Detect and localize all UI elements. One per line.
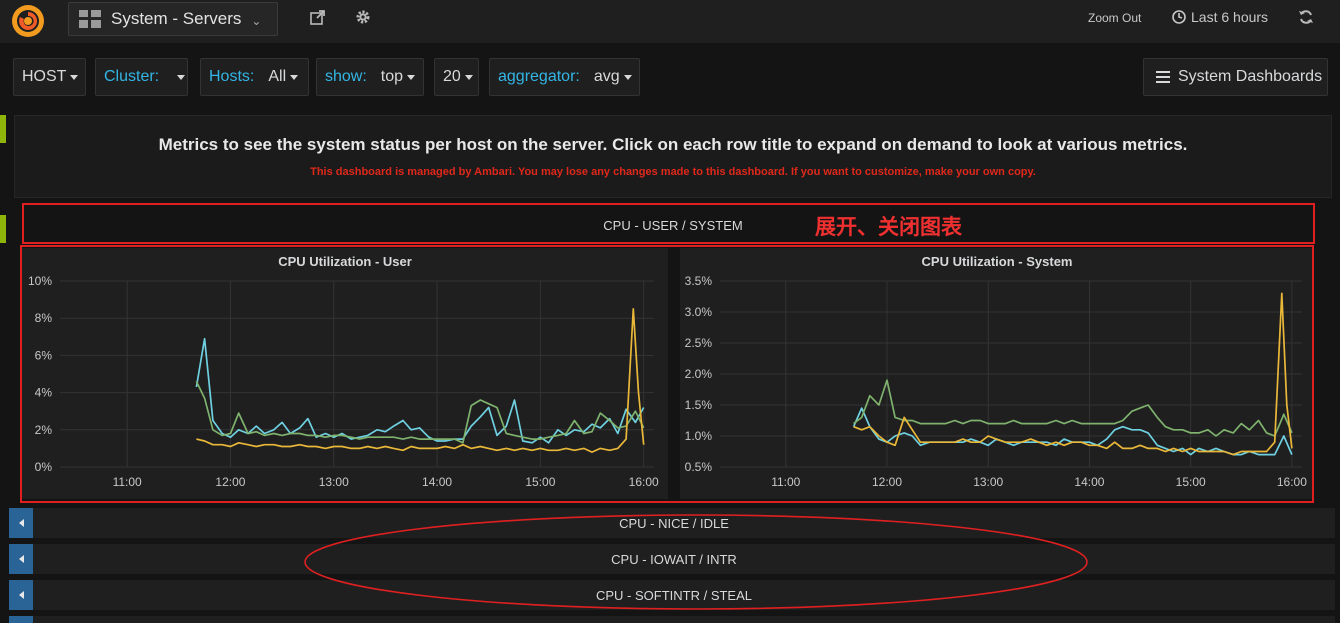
- expand-toggle-icon[interactable]: [9, 616, 33, 623]
- system-dashboards-button[interactable]: System Dashboards: [1143, 58, 1328, 96]
- description-text: Metrics to see the system status per hos…: [158, 135, 1188, 154]
- warning-text: This dashboard is managed by Ambari. You…: [310, 166, 1036, 178]
- caret-down-icon: [407, 74, 416, 80]
- collapsed-row-nice-idle[interactable]: CPU - NICE / IDLE: [9, 508, 1335, 538]
- zoom-out-button[interactable]: Zoom Out: [1088, 11, 1141, 25]
- hosts-variable[interactable]: Hosts: All: [200, 58, 309, 96]
- annotation-box-row-title: [22, 203, 1315, 244]
- cluster-variable[interactable]: Cluster:: [95, 58, 188, 96]
- share-icon[interactable]: [310, 9, 326, 25]
- top-navbar: System - Servers ⌄ Zoom Out Last 6 hours: [0, 0, 1340, 43]
- annotation-box-panels: [20, 245, 1314, 503]
- chevron-down-icon: ⌄: [251, 14, 262, 28]
- grafana-logo-icon[interactable]: [8, 2, 48, 40]
- show-variable[interactable]: show: top: [316, 58, 424, 96]
- caret-down-icon: [177, 74, 186, 80]
- host-variable[interactable]: HOST: [13, 58, 86, 96]
- dashboard-grid-icon: [79, 10, 101, 28]
- refresh-icon[interactable]: [1298, 9, 1314, 25]
- annotation-text: 展开、关闭图表: [815, 216, 962, 239]
- dashboard-title: System - Servers: [111, 9, 242, 28]
- caret-down-icon: [290, 74, 299, 80]
- clock-icon: [1172, 10, 1186, 24]
- aggregator-variable[interactable]: aggregator: avg: [489, 58, 640, 96]
- caret-down-icon: [464, 74, 473, 80]
- text-panel: Metrics to see the system status per hos…: [14, 115, 1332, 198]
- row-collapse-marker[interactable]: [0, 115, 6, 143]
- collapsed-row-softintr-steal[interactable]: CPU - SOFTINTR / STEAL: [9, 580, 1335, 610]
- limit-variable[interactable]: 20: [434, 58, 479, 96]
- caret-down-icon: [623, 74, 632, 80]
- settings-gear-icon[interactable]: [355, 9, 371, 25]
- time-range-label: Last 6 hours: [1191, 9, 1269, 25]
- time-range-picker[interactable]: Last 6 hours: [1172, 9, 1268, 25]
- collapsed-row-partial[interactable]: [9, 616, 1335, 623]
- dashboard-picker[interactable]: System - Servers ⌄: [68, 2, 278, 36]
- collapsed-row-iowait-intr[interactable]: CPU - IOWAIT / INTR: [9, 544, 1335, 574]
- hamburger-menu-icon: [1156, 71, 1170, 83]
- caret-down-icon: [70, 74, 79, 80]
